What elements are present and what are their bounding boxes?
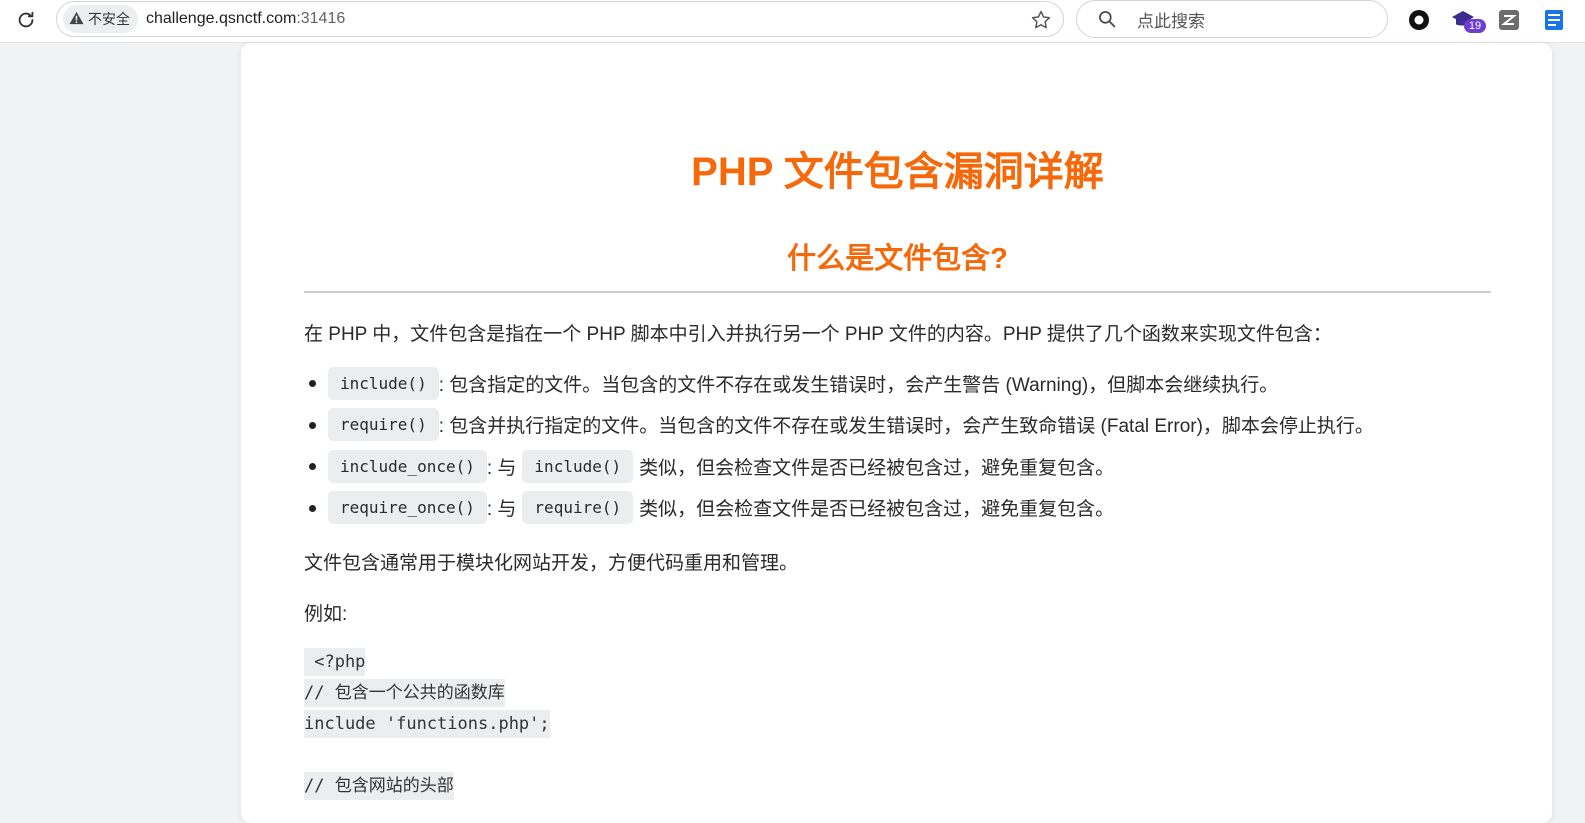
- star-icon[interactable]: [1029, 8, 1053, 32]
- search-icon: [1097, 8, 1119, 30]
- blue-extension-icon[interactable]: [1541, 7, 1567, 33]
- inline-code: require(): [328, 408, 439, 441]
- warning-icon: [69, 11, 84, 28]
- cap-extension-icon[interactable]: 19: [1450, 7, 1486, 33]
- code-line: // 包含网站的头部: [304, 771, 550, 802]
- search-box[interactable]: 点此搜索: [1076, 0, 1388, 38]
- address-bar[interactable]: 不安全 challenge.qsnctf.com:31416: [56, 1, 1064, 37]
- page-title: PHP 文件包含漏洞详解: [691, 150, 1104, 194]
- inline-code: include(): [328, 366, 439, 400]
- code-text: include 'functions.php';: [304, 710, 550, 738]
- function-description: 类似，但会检查文件是否已经被包含过，避免重复包含。: [639, 457, 1115, 479]
- function-separator: : 与: [486, 457, 517, 479]
- example-label: 例如:: [304, 604, 348, 625]
- bullet: [309, 380, 316, 387]
- list-item: require() : 包含并执行指定的文件。当包含的文件不存在或发生错误时，会…: [304, 408, 1491, 442]
- code-text: // 包含网站的头部: [304, 772, 454, 800]
- code-line: <?php: [304, 647, 550, 678]
- reload-icon[interactable]: [12, 6, 40, 34]
- search-placeholder: 点此搜索: [1137, 11, 1205, 31]
- security-label: 不安全: [88, 11, 130, 27]
- security-indicator[interactable]: 不安全: [63, 5, 138, 33]
- function-list: include() : 包含指定的文件。当包含的文件不存在或发生错误时，会产生警…: [304, 366, 1491, 532]
- circle-extension-icon[interactable]: [1406, 7, 1432, 33]
- url-host: challenge.qsnctf.com: [146, 10, 297, 27]
- list-item: require_once() : 与 require() 类似，但会检查文件是否…: [304, 491, 1491, 525]
- inline-code: require_once(): [328, 491, 487, 524]
- function-separator: : 与: [486, 499, 517, 520]
- z-extension-icon[interactable]: [1496, 7, 1522, 33]
- code-line: include 'functions.php';: [304, 709, 550, 740]
- inline-code: include(): [522, 449, 634, 483]
- browser-toolbar: 不安全 challenge.qsnctf.com:31416 点此搜索 19: [0, 0, 1585, 43]
- list-item: include_once() : 与 include() 类似，但会检查文件是否…: [304, 449, 1491, 483]
- intro-paragraph: 在 PHP 中，文件包含是指在一个 PHP 脚本中引入并执行另一个 PHP 文件…: [304, 324, 1332, 345]
- bullet: [309, 463, 316, 470]
- url-port: :31416: [296, 10, 346, 27]
- section-divider: [304, 291, 1491, 293]
- bullet: [309, 421, 316, 429]
- page-card: PHP 文件包含漏洞详解 什么是文件包含? 在 PHP 中，文件包含是指在一个 …: [241, 43, 1552, 823]
- function-description: : 包含指定的文件。当包含的文件不存在或发生错误时，会产生警告 (Warning…: [438, 374, 1279, 396]
- code-line: // 包含一个公共的函数库: [304, 678, 550, 709]
- inline-code: include_once(): [328, 449, 487, 483]
- list-item: include() : 包含指定的文件。当包含的文件不存在或发生错误时，会产生警…: [304, 366, 1491, 400]
- code-text: <?php: [304, 648, 366, 676]
- usage-paragraph: 文件包含通常用于模块化网站开发，方便代码重用和管理。: [304, 553, 799, 574]
- inline-code: require(): [522, 491, 634, 524]
- function-description: 类似，但会检查文件是否已经被包含过，避免重复包含。: [639, 499, 1115, 520]
- extension-badge: 19: [1464, 19, 1486, 33]
- section-title: 什么是文件包含?: [787, 243, 1008, 275]
- code-block: <?php // 包含一个公共的函数库 include 'functions.p…: [304, 647, 550, 802]
- bullet: [309, 504, 316, 512]
- code-text: // 包含一个公共的函数库: [304, 679, 505, 707]
- function-description: : 包含并执行指定的文件。当包含的文件不存在或发生错误时，会产生致命错误 (Fa…: [438, 416, 1374, 437]
